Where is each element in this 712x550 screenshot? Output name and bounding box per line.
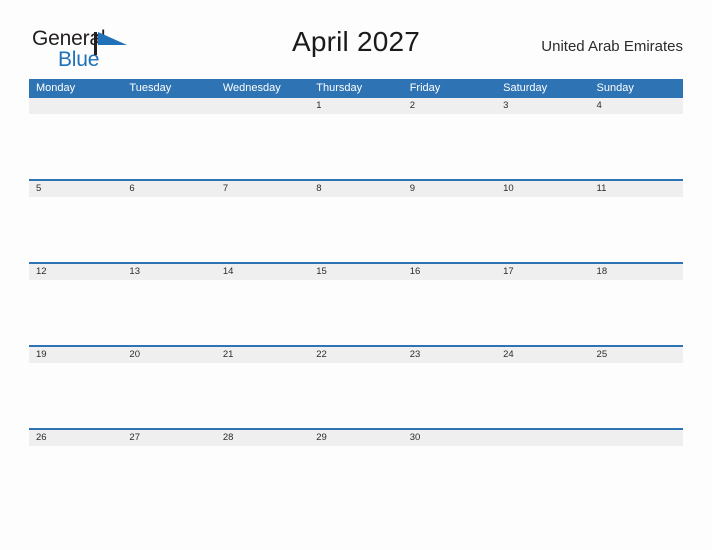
date-cell[interactable]	[122, 98, 215, 114]
event-cell[interactable]	[403, 114, 496, 179]
date-cell[interactable]: 5	[29, 181, 122, 197]
date-cell[interactable]: 22	[309, 347, 402, 363]
week-row: 26 27 28 29 30	[29, 428, 683, 511]
event-cell[interactable]	[216, 363, 309, 428]
weekday-header-thursday: Thursday	[316, 82, 363, 94]
weekday-header-wednesday: Wednesday	[222, 82, 281, 94]
event-cell[interactable]	[216, 280, 309, 345]
date-cell[interactable]: 17	[496, 264, 589, 280]
event-cell[interactable]	[496, 280, 589, 345]
event-cell[interactable]	[309, 114, 402, 179]
event-cell[interactable]	[309, 280, 402, 345]
date-cell[interactable]: 27	[122, 430, 215, 446]
event-cell[interactable]	[590, 280, 683, 345]
event-cell[interactable]	[403, 197, 496, 262]
locale-label: United Arab Emirates	[541, 38, 683, 55]
date-cell[interactable]: 28	[216, 430, 309, 446]
event-cell[interactable]	[29, 446, 122, 511]
date-cell[interactable]: 30	[403, 430, 496, 446]
date-cell[interactable]: 21	[216, 347, 309, 363]
date-cell[interactable]: 2	[403, 98, 496, 114]
date-cell[interactable]: 10	[496, 181, 589, 197]
weekday-header-tuesday: Tuesday	[129, 82, 172, 94]
event-cell[interactable]	[403, 363, 496, 428]
date-cell[interactable]: 29	[309, 430, 402, 446]
event-cell[interactable]	[122, 280, 215, 345]
date-band: 1 2 3 4	[29, 98, 683, 114]
date-band: 12 13 14 15 16 17 18	[29, 264, 683, 280]
event-cell[interactable]	[403, 280, 496, 345]
week-row: 1 2 3 4	[29, 98, 683, 179]
date-cell[interactable]: 24	[496, 347, 589, 363]
event-cell[interactable]	[403, 446, 496, 511]
event-cell[interactable]	[496, 446, 589, 511]
event-cell[interactable]	[590, 197, 683, 262]
date-cell[interactable]: 8	[309, 181, 402, 197]
date-cell[interactable]	[216, 98, 309, 114]
date-cell[interactable]: 26	[29, 430, 122, 446]
page-header: General Blue April 2027 United Arab Emir…	[0, 0, 712, 70]
event-cell[interactable]	[216, 446, 309, 511]
event-cell[interactable]	[496, 197, 589, 262]
event-band	[29, 197, 683, 262]
event-cell[interactable]	[590, 446, 683, 511]
week-row: 19 20 21 22 23 24 25	[29, 345, 683, 428]
date-cell[interactable]: 9	[403, 181, 496, 197]
event-cell[interactable]	[309, 446, 402, 511]
event-cell[interactable]	[122, 114, 215, 179]
event-cell[interactable]	[590, 114, 683, 179]
date-cell[interactable]: 1	[309, 98, 402, 114]
weekday-header-saturday: Saturday	[503, 82, 548, 94]
event-cell[interactable]	[496, 363, 589, 428]
event-cell[interactable]	[496, 114, 589, 179]
date-cell[interactable]: 25	[590, 347, 683, 363]
weekday-header-row: Monday Tuesday Wednesday Thursday Friday…	[29, 79, 683, 98]
date-cell[interactable]: 18	[590, 264, 683, 280]
date-cell[interactable]: 13	[122, 264, 215, 280]
weekday-header-monday: Monday	[36, 82, 76, 94]
date-cell[interactable]: 19	[29, 347, 122, 363]
date-cell[interactable]: 7	[216, 181, 309, 197]
date-band: 5 6 7 8 9 10 11	[29, 181, 683, 197]
date-cell[interactable]: 6	[122, 181, 215, 197]
weekday-header-sunday: Sunday	[596, 82, 634, 94]
event-cell[interactable]	[590, 363, 683, 428]
event-cell[interactable]	[29, 197, 122, 262]
date-cell[interactable]	[496, 430, 589, 446]
event-cell[interactable]	[122, 197, 215, 262]
date-cell[interactable]: 14	[216, 264, 309, 280]
event-cell[interactable]	[122, 363, 215, 428]
event-band	[29, 114, 683, 179]
event-cell[interactable]	[309, 363, 402, 428]
date-cell[interactable]	[590, 430, 683, 446]
date-cell[interactable]	[29, 98, 122, 114]
date-cell[interactable]: 16	[403, 264, 496, 280]
date-cell[interactable]: 11	[590, 181, 683, 197]
date-cell[interactable]: 15	[309, 264, 402, 280]
event-band	[29, 446, 683, 511]
event-band	[29, 363, 683, 428]
date-band: 26 27 28 29 30	[29, 430, 683, 446]
event-cell[interactable]	[29, 280, 122, 345]
calendar-grid: Monday Tuesday Wednesday Thursday Friday…	[29, 79, 683, 511]
date-cell[interactable]: 3	[496, 98, 589, 114]
date-cell[interactable]: 12	[29, 264, 122, 280]
event-cell[interactable]	[309, 197, 402, 262]
event-cell[interactable]	[216, 114, 309, 179]
date-cell[interactable]: 20	[122, 347, 215, 363]
event-cell[interactable]	[122, 446, 215, 511]
weekday-header-friday: Friday	[409, 82, 441, 94]
week-row: 12 13 14 15 16 17 18	[29, 262, 683, 345]
event-cell[interactable]	[29, 363, 122, 428]
date-cell[interactable]: 4	[590, 98, 683, 114]
event-cell[interactable]	[216, 197, 309, 262]
event-band	[29, 280, 683, 345]
date-cell[interactable]: 23	[403, 347, 496, 363]
date-band: 19 20 21 22 23 24 25	[29, 347, 683, 363]
week-row: 5 6 7 8 9 10 11	[29, 179, 683, 262]
event-cell[interactable]	[29, 114, 122, 179]
